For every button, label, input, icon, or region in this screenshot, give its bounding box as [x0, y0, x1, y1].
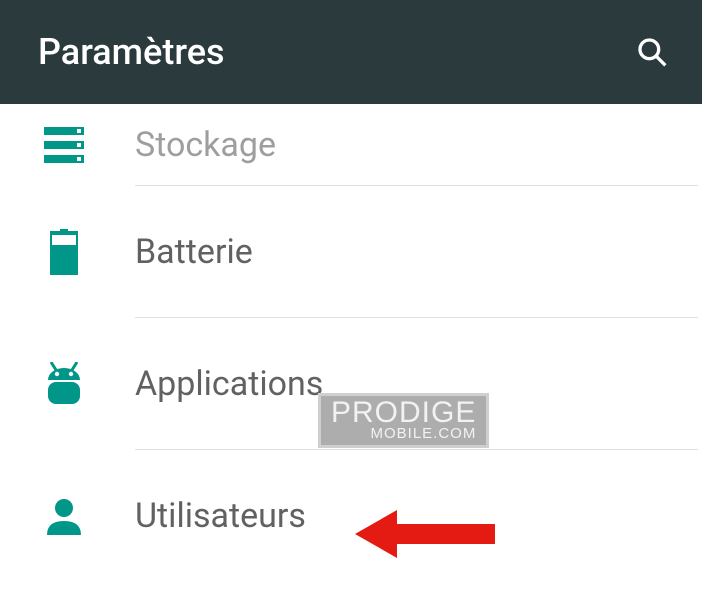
settings-item-label: Stockage	[135, 125, 276, 165]
settings-item-battery[interactable]: Batterie	[135, 186, 698, 318]
annotation-arrow	[355, 506, 495, 562]
settings-item-label: Applications	[135, 364, 323, 404]
settings-item-label: Batterie	[135, 232, 253, 272]
search-button[interactable]	[630, 30, 674, 74]
search-icon	[636, 36, 668, 68]
settings-item-storage[interactable]: Stockage	[135, 104, 698, 186]
page-title: Paramètres	[38, 31, 225, 73]
settings-list: Stockage Batterie Applications	[0, 104, 702, 582]
storage-icon	[43, 127, 85, 163]
arrow-left-icon	[355, 506, 495, 562]
settings-item-label: Utilisateurs	[135, 496, 306, 536]
user-icon	[43, 497, 85, 535]
app-header: Paramètres	[0, 0, 702, 104]
watermark-line1: PRODIGE	[331, 398, 476, 428]
battery-icon	[43, 229, 85, 275]
watermark: PRODIGE MOBILE.COM	[318, 393, 489, 448]
apps-icon	[43, 362, 85, 406]
